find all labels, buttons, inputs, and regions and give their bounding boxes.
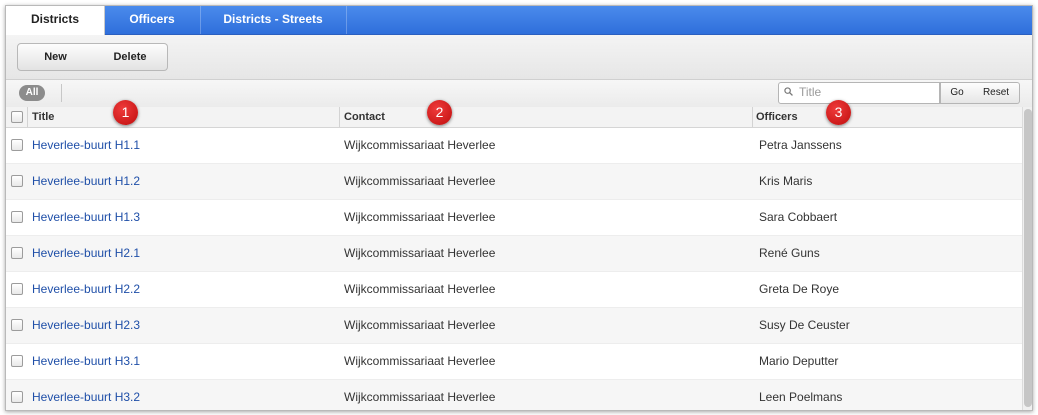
district-title-link[interactable]: Heverlee-buurt H3.1 [32,344,140,379]
tab-districts-streets[interactable]: Districts - Streets [200,6,347,34]
district-title-link[interactable]: Heverlee-buurt H3.2 [32,380,140,410]
select-all-checkbox[interactable] [11,111,23,123]
row-checkbox[interactable] [11,211,23,223]
table-row: Heverlee-buurt H2.1 Wijkcommissariaat He… [6,236,1022,272]
contact-cell: Wijkcommissariaat Heverlee [344,246,496,260]
officer-cell: Sara Cobbaert [759,210,838,224]
contact-cell: Wijkcommissariaat Heverlee [344,210,496,224]
contact-cell: Wijkcommissariaat Heverlee [344,282,496,296]
table-row: Heverlee-buurt H2.3 Wijkcommissariaat He… [6,308,1022,344]
reset-button[interactable]: Reset [973,82,1020,104]
row-checkbox[interactable] [11,175,23,187]
district-title-link[interactable]: Heverlee-buurt H1.1 [32,128,140,163]
app-window: Districts Officers Districts - Streets N… [5,5,1033,411]
scrollbar-thumb[interactable] [1024,109,1032,407]
go-button[interactable]: Go [940,82,974,104]
contact-cell: Wijkcommissariaat Heverlee [344,138,496,152]
column-divider [27,107,28,127]
annotation-badge-1: 1 [113,100,138,125]
search-input[interactable] [799,84,935,100]
contact-cell: Wijkcommissariaat Heverlee [344,354,496,368]
row-checkbox[interactable] [11,391,23,403]
table-row: Heverlee-buurt H3.1 Wijkcommissariaat He… [6,344,1022,380]
tab-districts[interactable]: Districts [6,6,105,36]
filter-divider [61,84,62,102]
all-filter-pill[interactable]: All [19,85,45,101]
officer-cell: Greta De Roye [759,282,840,296]
new-button[interactable]: New [17,43,94,71]
contact-cell: Wijkcommissariaat Heverlee [344,318,496,332]
table-body: Heverlee-buurt H1.1 Wijkcommissariaat He… [6,128,1022,410]
contact-cell: Wijkcommissariaat Heverlee [344,390,496,404]
officer-cell: Petra Janssens [759,138,842,152]
contact-cell: Wijkcommissariaat Heverlee [344,174,496,188]
column-divider [752,107,753,127]
table-row: Heverlee-buurt H3.2 Wijkcommissariaat He… [6,380,1022,410]
search-box [778,82,940,104]
officer-cell: Susy De Ceuster [759,318,850,332]
delete-button[interactable]: Delete [93,43,168,71]
officer-cell: René Guns [759,246,820,260]
row-checkbox[interactable] [11,139,23,151]
district-title-link[interactable]: Heverlee-buurt H2.3 [32,308,140,343]
annotation-badge-3: 3 [826,100,851,125]
table-row: Heverlee-buurt H1.3 Wijkcommissariaat He… [6,200,1022,236]
column-header-officers[interactable]: Officers [756,107,798,127]
table-row: Heverlee-buurt H1.2 Wijkcommissariaat He… [6,164,1022,200]
district-title-link[interactable]: Heverlee-buurt H2.2 [32,272,140,307]
row-checkbox[interactable] [11,247,23,259]
tab-officers[interactable]: Officers [104,6,201,34]
table-row: Heverlee-buurt H2.2 Wijkcommissariaat He… [6,272,1022,308]
district-title-link[interactable]: Heverlee-buurt H2.1 [32,236,140,271]
tab-bar: Districts Officers Districts - Streets [6,6,1032,36]
filter-bar: All Go Reset [6,80,1032,108]
officer-cell: Mario Deputter [759,354,839,368]
row-checkbox[interactable] [11,319,23,331]
column-divider [339,107,340,127]
officer-cell: Kris Maris [759,174,813,188]
row-checkbox[interactable] [11,355,23,367]
table-row: Heverlee-buurt H1.1 Wijkcommissariaat He… [6,128,1022,164]
officer-cell: Leen Poelmans [759,390,843,404]
toolbar: New Delete [6,35,1032,80]
table-header: Title Contact Officers [6,107,1022,128]
magnifier-icon [784,87,793,96]
district-title-link[interactable]: Heverlee-buurt H1.3 [32,200,140,235]
column-header-contact[interactable]: Contact [344,107,385,127]
district-title-link[interactable]: Heverlee-buurt H1.2 [32,164,140,199]
annotation-badge-2: 2 [427,100,452,125]
vertical-scrollbar[interactable] [1022,107,1032,410]
column-header-title[interactable]: Title [32,107,54,127]
row-checkbox[interactable] [11,283,23,295]
